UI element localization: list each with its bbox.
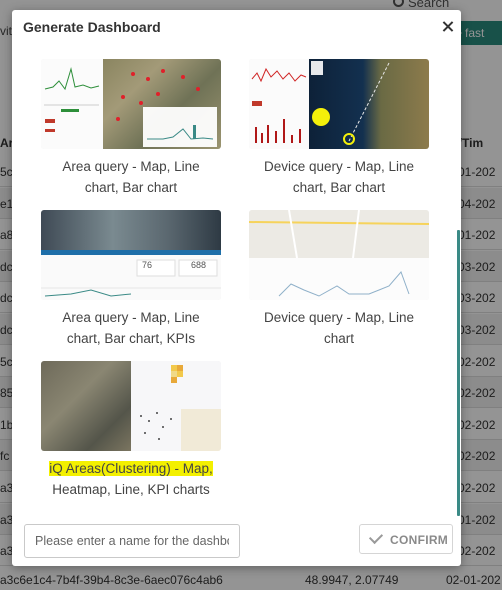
option-label: Area query - Map, Line chart, Bar chart,… — [62, 310, 200, 346]
option-area-query-map-line-bar[interactable]: Area query - Map, Line chart, Bar chart — [41, 59, 221, 198]
kpi-value-right: 688 — [191, 260, 207, 270]
scrollbar-thumb[interactable] — [457, 230, 460, 516]
option-label: Area query - Map, Line chart, Bar chart — [62, 159, 200, 195]
line-chart-preview — [251, 67, 307, 143]
map-preview — [116, 69, 217, 147]
option-label: iQ Areas(Clustering) - Map, Heatmap, Lin… — [49, 461, 213, 497]
confirm-button[interactable]: CONFIRM — [359, 524, 453, 554]
option-label: Device query - Map, Line chart — [263, 310, 415, 346]
kpi-value-left: 76 — [142, 260, 153, 270]
close-icon[interactable] — [440, 19, 456, 35]
dialog-header: Generate Dashboard — [12, 10, 461, 46]
confirm-button-label: CONFIRM — [390, 533, 449, 547]
option-label: Device query - Map, Line chart, Bar char… — [263, 159, 415, 195]
map-and-charts-preview — [41, 250, 221, 300]
dashboard-options-list[interactable]: Area query - Map, Line chart, Bar chart — [12, 46, 461, 516]
option-device-query-map-line-bar[interactable]: Device query - Map, Line chart, Bar char… — [249, 59, 429, 198]
line-chart-preview — [44, 67, 100, 132]
map-preview — [311, 61, 390, 145]
check-icon — [368, 529, 384, 545]
dialog-footer: CONFIRM — [12, 516, 461, 566]
device-query-line-thumbnail — [249, 210, 429, 300]
option-iq-areas-clustering[interactable]: iQ Areas(Clustering) - Map, Heatmap, Lin… — [41, 361, 221, 500]
map-and-line-preview — [249, 210, 429, 300]
dashboard-name-input[interactable] — [24, 524, 240, 558]
iq-areas-thumbnail — [41, 361, 221, 451]
option-device-query-map-line[interactable]: Device query - Map, Line chart — [249, 210, 429, 349]
map-heatmap-preview — [131, 361, 221, 451]
option-area-query-map-line-bar-kpis[interactable]: 76 688 Area query - Map, Line chart, Bar… — [41, 210, 221, 349]
highlighted-option-title: iQ Areas(Clustering) - Map, — [49, 461, 213, 476]
device-query-thumbnail — [249, 59, 429, 149]
area-query-thumbnail — [41, 59, 221, 149]
generate-dashboard-dialog: Generate Dashboard Area query - Map, Lin… — [12, 10, 461, 566]
dialog-title: Generate Dashboard — [23, 19, 161, 35]
area-query-kpis-thumbnail: 76 688 — [41, 210, 221, 300]
